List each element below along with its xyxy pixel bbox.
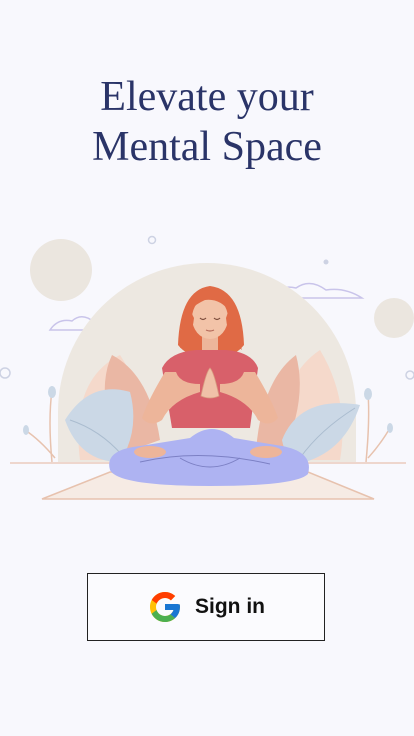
decor-circle-large — [30, 239, 92, 301]
decor-ring-left — [0, 367, 11, 379]
sprig-left — [49, 389, 53, 463]
google-sign-in-button[interactable]: Sign in — [87, 573, 325, 641]
title-line-2: Mental Space — [92, 124, 322, 170]
meditation-illustration — [0, 235, 414, 500]
sprig-right — [365, 391, 370, 463]
decor-dot — [323, 259, 329, 265]
decor-ring-right — [405, 370, 414, 380]
decor-ring-small — [147, 235, 157, 245]
title-line-1: Elevate your — [100, 74, 314, 120]
google-icon — [150, 592, 180, 622]
sign-in-label: Sign in — [195, 595, 265, 618]
page-title: Elevate your Mental Space — [0, 72, 414, 172]
decor-circle-right — [374, 298, 414, 338]
